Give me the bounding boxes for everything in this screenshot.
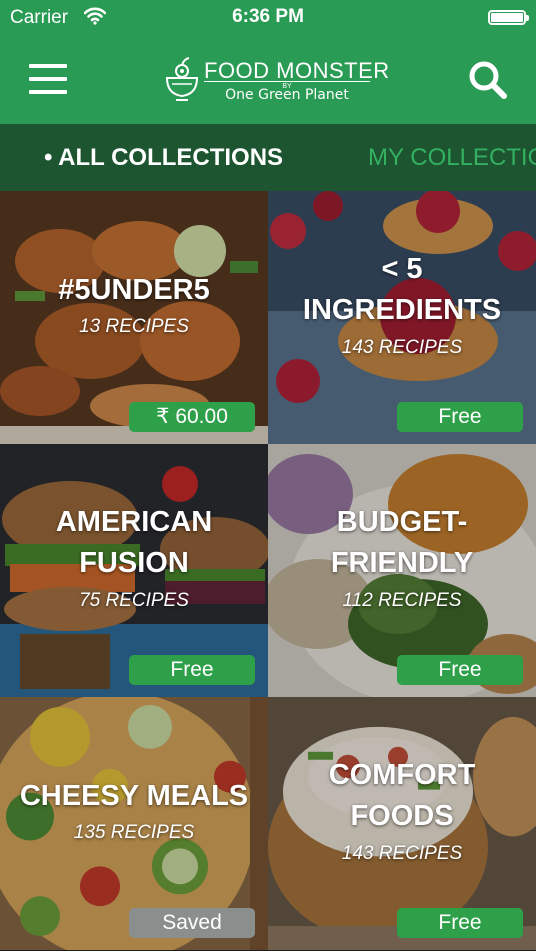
collection-title: CHEESY MEALS <box>19 780 249 812</box>
hamburger-menu-icon[interactable] <box>29 64 67 94</box>
collection-title: < 5 INGREDIENTS <box>302 253 502 326</box>
nav-bar: FOOD MONSTER BY One Green Planet <box>0 36 536 124</box>
collection-title: #5UNDER5 <box>58 274 210 306</box>
collections-grid: #5UNDER5 13 RECIPES ₹ 60.00 < 5 INGREDIE… <box>0 191 536 951</box>
collection-recipe-count: 13 RECIPES <box>79 316 189 337</box>
collection-card-american-fusion[interactable]: AMERICAN FUSION 75 RECIPES Free <box>0 444 268 697</box>
collection-title: AMERICAN FUSION <box>55 506 213 579</box>
collection-price-badge[interactable]: Free <box>129 655 255 685</box>
collection-recipe-count: 143 RECIPES <box>341 337 463 358</box>
collection-card-less-than-5-ingredients[interactable]: < 5 INGREDIENTS 143 RECIPES Free <box>268 191 536 444</box>
collection-recipe-count: 112 RECIPES <box>342 590 462 611</box>
status-bar: Carrier 6:36 PM <box>0 0 536 36</box>
collection-saved-badge[interactable]: Saved <box>129 908 255 938</box>
collection-card-budget-friendly[interactable]: BUDGET-FRIENDLY 112 RECIPES Free <box>268 444 536 697</box>
collection-recipe-count: 75 RECIPES <box>79 590 189 611</box>
collection-price-badge[interactable]: ₹ 60.00 <box>129 402 255 432</box>
battery-icon <box>488 10 529 25</box>
collection-price-badge[interactable]: Free <box>397 402 523 432</box>
food-monster-logo: FOOD MONSTER BY One Green Planet <box>164 54 389 107</box>
collection-price-badge[interactable]: Free <box>397 908 523 938</box>
search-icon[interactable] <box>466 58 510 102</box>
tab-all-collections[interactable]: • ALL COLLECTIONS <box>44 144 283 172</box>
collection-recipe-count: 135 RECIPES <box>73 822 195 843</box>
collection-price-badge[interactable]: Free <box>397 655 523 685</box>
monster-bowl-icon <box>164 56 200 107</box>
collection-title: BUDGET-FRIENDLY <box>330 506 474 579</box>
tab-my-collections[interactable]: MY COLLECTIONS <box>368 144 536 172</box>
collection-title: COMFORT FOODS <box>328 759 476 832</box>
logo-subtitle: One Green Planet <box>225 87 349 103</box>
collection-card-comfort-foods[interactable]: COMFORT FOODS 143 RECIPES Free <box>268 697 536 950</box>
collection-tabs: • ALL COLLECTIONS MY COLLECTIONS <box>0 124 536 191</box>
collection-card-cheesy-meals[interactable]: CHEESY MEALS 135 RECIPES Saved <box>0 697 268 950</box>
collection-recipe-count: 143 RECIPES <box>341 843 463 864</box>
collection-card-5under5[interactable]: #5UNDER5 13 RECIPES ₹ 60.00 <box>0 191 268 444</box>
status-time: 6:36 PM <box>232 6 304 27</box>
